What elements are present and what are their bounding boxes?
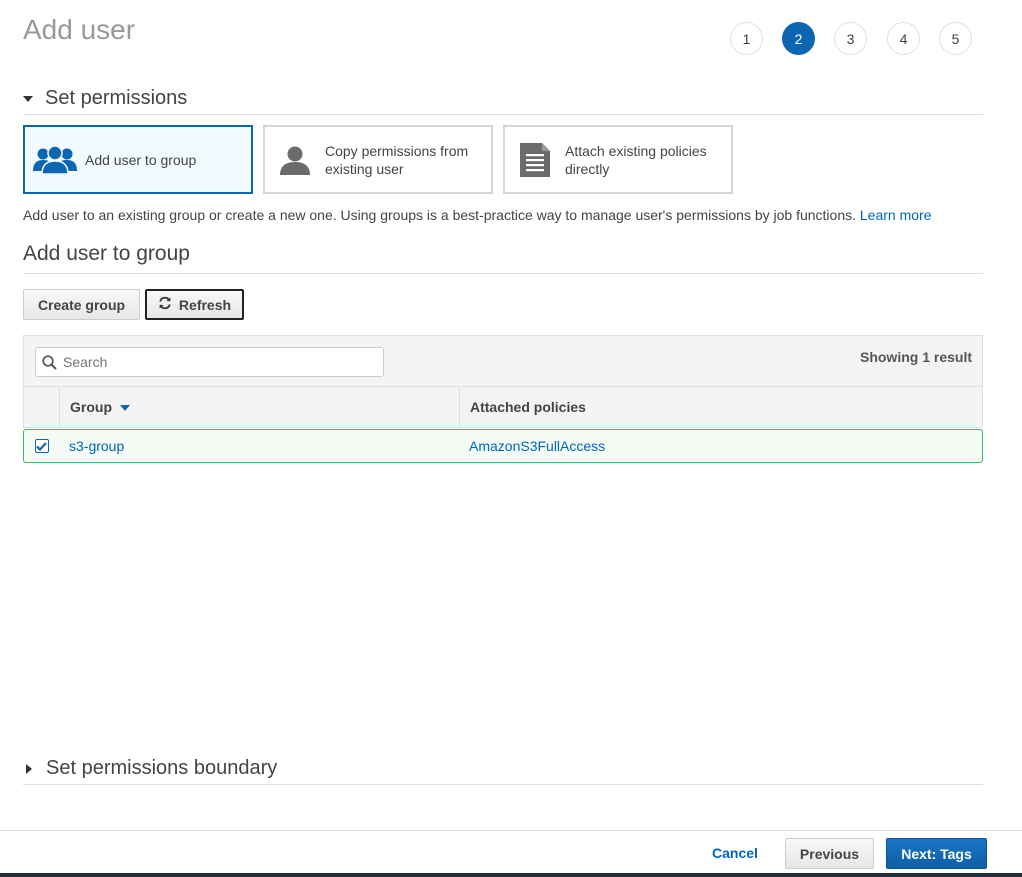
set-permissions-toggle[interactable]: Set permissions	[23, 87, 187, 110]
refresh-icon	[158, 296, 172, 313]
permissions-description: Add user to an existing group or create …	[23, 207, 931, 223]
learn-more-link[interactable]: Learn more	[860, 207, 932, 223]
table-header: Group Attached policies	[23, 386, 983, 428]
option-attach-policies[interactable]: Attach existing policies directly	[503, 125, 733, 194]
step-5[interactable]: 5	[939, 22, 972, 55]
search-icon	[42, 354, 57, 370]
column-header-label: Attached policies	[470, 399, 586, 415]
sort-descending-icon[interactable]	[120, 405, 130, 411]
option-label-line1: Copy permissions from	[325, 142, 469, 159]
option-label-line1: Attach existing policies	[565, 142, 707, 159]
option-label-line2: directly	[565, 160, 610, 177]
column-header-group[interactable]: Group	[60, 387, 460, 427]
select-column-header	[24, 387, 60, 427]
user-icon	[265, 145, 325, 175]
bottom-bar	[0, 873, 1022, 877]
add-user-to-group-title: Add user to group	[23, 242, 190, 265]
step-3[interactable]: 3	[834, 22, 867, 55]
option-label-line2: existing user	[325, 160, 404, 177]
table-row[interactable]: s3-group AmazonS3FullAccess	[23, 429, 983, 463]
groups-table: Showing 1 result Group Attached policies…	[23, 335, 983, 463]
policy-link[interactable]: AmazonS3FullAccess	[469, 438, 605, 454]
search-input[interactable]	[61, 353, 365, 371]
document-icon	[505, 142, 565, 177]
next-tags-button[interactable]: Next: Tags	[886, 838, 987, 869]
users-group-icon	[25, 144, 85, 175]
step-2[interactable]: 2	[782, 22, 815, 55]
wizard-steps: 1 2 3 4 5	[0, 22, 1022, 58]
caret-down-icon	[23, 95, 33, 102]
caret-right-icon	[26, 763, 32, 774]
checkmark-icon	[36, 441, 47, 451]
permissions-boundary-title: Set permissions boundary	[46, 757, 278, 779]
description-text: Add user to an existing group or create …	[23, 207, 856, 223]
step-4[interactable]: 4	[887, 22, 920, 55]
option-add-user-to-group[interactable]: Add user to group	[23, 125, 253, 194]
cancel-button[interactable]: Cancel	[706, 844, 764, 862]
result-count: Showing 1 result	[859, 349, 972, 365]
step-1[interactable]: 1	[730, 22, 763, 55]
search-box[interactable]	[35, 347, 384, 377]
group-link[interactable]: s3-group	[69, 438, 124, 454]
permissions-boundary-toggle[interactable]: Set permissions boundary	[26, 757, 277, 780]
refresh-label: Refresh	[178, 296, 232, 313]
row-checkbox[interactable]	[34, 439, 49, 453]
create-group-button[interactable]: Create group	[23, 289, 140, 320]
column-header-policies[interactable]: Attached policies	[460, 387, 982, 427]
column-header-label: Group	[70, 399, 112, 415]
divider	[23, 114, 983, 115]
divider	[23, 273, 983, 274]
table-toolbar: Showing 1 result	[23, 335, 983, 386]
divider	[23, 784, 983, 785]
set-permissions-title: Set permissions	[45, 87, 188, 109]
option-copy-permissions[interactable]: Copy permissions from existing user	[263, 125, 493, 194]
refresh-button[interactable]: Refresh	[145, 289, 244, 320]
previous-button[interactable]: Previous	[785, 838, 874, 869]
footer-divider	[0, 830, 1022, 831]
option-label: Add user to group	[85, 151, 197, 168]
